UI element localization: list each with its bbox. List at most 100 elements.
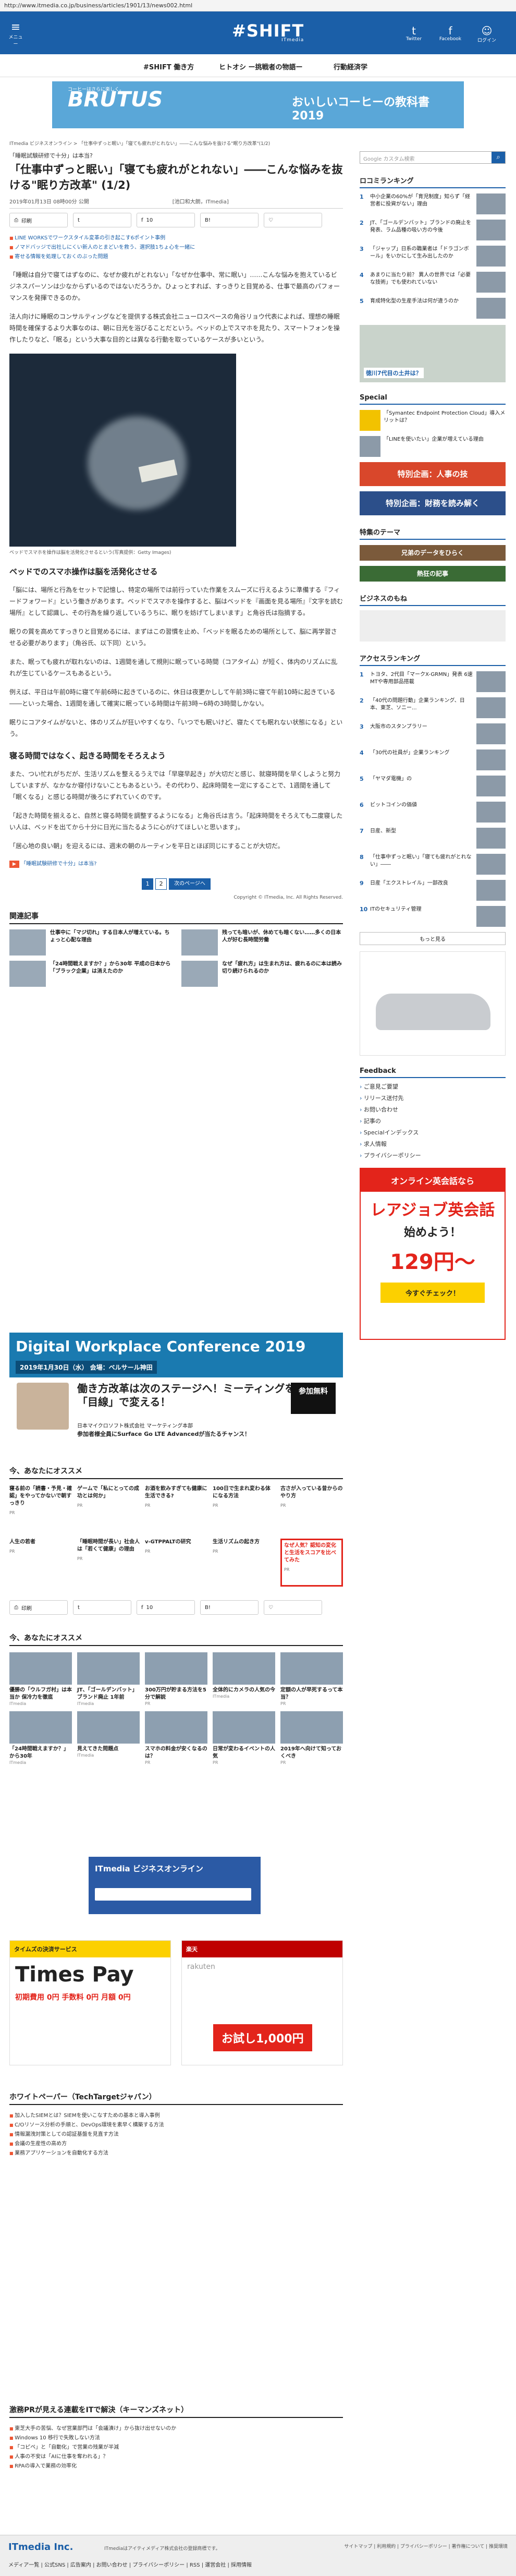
feedback-link[interactable]: お問い合わせ	[360, 1104, 506, 1116]
access-ranking-item[interactable]: 5 「ヤマダ電機」の	[360, 776, 506, 796]
site-logo[interactable]: #SHIFT ITmedia	[232, 21, 304, 43]
ranking-item[interactable]: 3 「ジャップ」日系の職業者は「ドラゴンボール」をいかにして生み出したのか	[360, 246, 506, 267]
footer-right-links[interactable]: サイトマップ | 利用規約 | プライバシーポリシー | 著作権について | 推…	[344, 2543, 508, 2549]
footer-links[interactable]: メディア一覧 | 公式SNS | 広告案内 | お問い合わせ | プライバシーポ…	[8, 2560, 252, 2568]
related-article[interactable]: なぜ「疲れ方」は生まれ方は、疲れるのに本は読み切り続けられるのか	[181, 961, 343, 987]
ranking-item[interactable]: 4 あまりに当たり前？ 異人の世界では「必要な技術」でも使われていない	[360, 272, 506, 293]
related-link[interactable]: 寄せる情報を処理しておくのぶった問題	[9, 252, 343, 262]
biz-link[interactable]: 「コピペ」と「自動化」で営業の残業が半減	[9, 2443, 343, 2452]
subnav-item-hitooshi[interactable]: ヒトオシ ー挑戦者の物語ー	[219, 62, 303, 71]
access-ranking-item[interactable]: 4 「30代の社員が」企業ランキング	[360, 749, 506, 770]
ranking-item[interactable]: 2 JT、「ゴールデンバット」ブランドの廃止を発表、ラム品種の吸い方の今後	[360, 220, 506, 240]
access-ranking-item[interactable]: 10 ITのセキュリティ管理	[360, 906, 506, 927]
access-ranking-item[interactable]: 2 「40代の問題行動」企業ランキング、日本、東芝、ソニー...	[360, 697, 506, 718]
join-badge[interactable]: 参加無料	[291, 1383, 336, 1414]
biz-link[interactable]: 東芝大手の苦悩、なぜ営業部門は「会議漬け」から抜け出せないのか	[9, 2424, 343, 2434]
search-icon[interactable]: ⌕	[492, 152, 505, 163]
recommended-item[interactable]: 人生の若者 PR	[9, 1539, 72, 1587]
access-ranking-item[interactable]: 1 トヨタ、2代目「マークX-GRMN」発表 6速MTや専用部品搭載	[360, 671, 506, 692]
feedback-link[interactable]: リリース送付先	[360, 1093, 506, 1104]
biz-link[interactable]: 人事の不安は「AIに仕事を奪われる」？	[9, 2452, 343, 2462]
feedback-link[interactable]: プライバシーポリシー	[360, 1150, 506, 1162]
menu-button[interactable]: ≡ メニュー	[8, 22, 23, 47]
twitter-header-button[interactable]: t Twitter	[401, 25, 426, 42]
whitepaper-link[interactable]: 業務アプリケーションを自動化する方法	[9, 2149, 343, 2158]
facebook-share-button[interactable]: f 10	[137, 1600, 195, 1615]
recommended-card[interactable]: スマホの料金が安くなるのは？ PR	[145, 1711, 207, 1765]
feedback-link[interactable]: 記事の	[360, 1116, 506, 1127]
facebook-share-button[interactable]: f 10	[137, 213, 195, 227]
rarejob-ad[interactable]: オンライン英会話なら レアジョブ英会話 始めよう！ 129円〜 今すぐチェック！	[360, 1168, 506, 1340]
whitepaper-link[interactable]: 加入したSIEMとは？SIEMを使いこなすための基本と導入事例	[9, 2111, 343, 2121]
breadcrumb[interactable]: ITmedia ビジネスオンライン > 「仕事中ずっと眠い」「寝ても疲れがとれな…	[9, 140, 343, 147]
access-ranking-item[interactable]: 6 ビットコインの価値	[360, 802, 506, 823]
article-tag[interactable]: 「睡眠試験研修で十分」は本当?	[21, 861, 96, 867]
timespay-ad[interactable]: タイムズの決済サービス Times Pay 初期費用 0円 手数料 0円 月額 …	[9, 1940, 171, 2065]
special-banner-finance[interactable]: 特別企画：財務を読み解く	[360, 491, 506, 515]
feedback-link[interactable]: 求人情報	[360, 1139, 506, 1150]
more-button[interactable]: もっと見る	[360, 932, 506, 945]
whitepaper-link[interactable]: 会議の生産性の高め方	[9, 2139, 343, 2149]
article-author[interactable]: [池口和大朗，ITmedia]	[173, 199, 229, 205]
access-ranking-item[interactable]: 7 日産、新型	[360, 828, 506, 849]
itmedia-search-box[interactable]	[95, 1888, 251, 1901]
recommended-card[interactable]: 300万円が貯まる方法を5分で解説 PR	[145, 1652, 207, 1706]
sidebar-ad[interactable]: 徳川7代目の土井は？	[360, 325, 506, 382]
search-input[interactable]: Google カスタム検索	[360, 152, 492, 163]
recommended-item[interactable]: なぜ人気？認知の変化と生活をスコアを比べてみた PR	[280, 1539, 343, 1587]
recommended-card[interactable]: 全体的にカメラの人気の今 ITmedia	[213, 1652, 275, 1706]
pocket-button[interactable]: ♡	[264, 1600, 322, 1615]
subnav-item-behavioral-econ[interactable]: 行動経済学	[334, 62, 367, 71]
feedback-link[interactable]: ご意見ご要望	[360, 1081, 506, 1093]
recommended-item[interactable]: ゲームで「私にとっての成功とは何か」 PR	[77, 1485, 140, 1533]
biz-link[interactable]: RPAの導入で業務の効率化	[9, 2462, 343, 2471]
recommended-card[interactable]: 2019年へ向けて知っておくべき PR	[280, 1711, 343, 1765]
related-article[interactable]: 残っても暗いが、休めても暗くない……多くの日本人が好む長時間労働	[181, 929, 343, 956]
rakuten-ad[interactable]: 楽天 rakuten お試し1,000円	[181, 1940, 343, 2065]
access-ranking-item[interactable]: 8 「仕事中ずっと眠い」「寝ても疲れがとれない」――	[360, 854, 506, 875]
facebook-header-button[interactable]: f Facebook	[438, 25, 463, 42]
related-link[interactable]: LINE WORKSでワークスタイル変革の引き起こす6ポイント事例	[9, 234, 343, 243]
recommended-card[interactable]: 「24時間戦えますか？」から30年 ITmedia	[9, 1711, 72, 1765]
tweet-button[interactable]: t	[73, 213, 131, 227]
conference-banner[interactable]: Digital Workplace Conference 2019 2019年1…	[9, 1333, 343, 1453]
search-box[interactable]: Google カスタム検索 ⌕	[360, 151, 506, 164]
biz-link[interactable]: Windows 10 移行で失敗しない方法	[9, 2434, 343, 2443]
recommended-item[interactable]: v-GTPPALTの研究 PR	[145, 1539, 207, 1587]
page-1[interactable]: 1	[142, 878, 154, 890]
top-ad-banner[interactable]: コーヒーはさらに楽しく。 BRUTUS おいしいコーヒーの教科書 2019	[52, 81, 464, 128]
next-page-button[interactable]: 次のページへ	[169, 878, 211, 890]
page-2[interactable]: 2	[155, 878, 167, 890]
recommended-item[interactable]: 100日で生まれ変わる体になる方法 PR	[213, 1485, 275, 1533]
login-button[interactable]: ☺ ログイン	[474, 25, 499, 43]
recommended-item[interactable]: 寝る前の「読書・予見・確認」をやってかないで朝すっきり PR	[9, 1485, 72, 1533]
recommended-card[interactable]: 日常が変わるイベントの人気 PR	[213, 1711, 275, 1765]
related-link[interactable]: ノマドバッジで出社しにくい新人のとまどいを救う、選択肢1ちょ心を一緒に	[9, 243, 343, 252]
special-banner-hr[interactable]: 特別企画：人事の技	[360, 462, 506, 486]
whitepaper-link[interactable]: C/Oリソース分析の手順と、DevOps環境を素早く構築する方法	[9, 2121, 343, 2130]
url-bar[interactable]: http://www.itmedia.co.jp/business/articl…	[0, 0, 516, 11]
footer-logo[interactable]: ITmedia Inc.	[8, 2542, 73, 2553]
special-item[interactable]: 「LINEを使いたい」企業が増えている理由	[360, 436, 506, 457]
toyota-ad[interactable]	[360, 951, 506, 1056]
subnav-item-work[interactable]: #SHIFT 働き方	[143, 62, 194, 71]
recommended-item[interactable]: お酒を飲みすぎても健康に生活できる? PR	[145, 1485, 207, 1533]
biz-sel-item[interactable]	[360, 610, 506, 642]
related-article[interactable]: 仕事中に「マジ切れ」する日本人が増えている。ちょっと心配な理由	[9, 929, 171, 956]
access-ranking-item[interactable]: 3 大阪市のスタンプラリー	[360, 723, 506, 744]
ad-cta[interactable]: 今すぐチェック！	[380, 1283, 485, 1303]
recommended-card[interactable]: 優勝の「ウルフガ村」は本当か 保冷力を徹底 ITmedia	[9, 1652, 72, 1706]
theme-banner[interactable]: 熱狂の記事	[360, 566, 506, 582]
recommended-card[interactable]: 見えてきた問題点 ITmedia	[77, 1711, 140, 1765]
recommended-item[interactable]: 「睡眠時間が長い」社会人は「若くて健康」の理由 PR	[77, 1539, 140, 1587]
pocket-button[interactable]: ♡	[264, 213, 322, 227]
recommended-item[interactable]: 生活リズムの起き方 PR	[213, 1539, 275, 1587]
special-item[interactable]: 「Symantec Endpoint Protection Cloud」導入メリ…	[360, 410, 506, 431]
recommended-card[interactable]: JT、「ゴールデンバット」ブランド廃止 1年前 ITmedia	[77, 1652, 140, 1706]
theme-banner[interactable]: 兄弟のデータをひらく	[360, 545, 506, 561]
tweet-button[interactable]: t	[73, 1600, 131, 1615]
feedback-link[interactable]: Specialインデックス	[360, 1127, 506, 1139]
print-button[interactable]: ⎙ 印刷	[9, 213, 68, 227]
print-button[interactable]: ⎙ 印刷	[9, 1600, 68, 1615]
recommended-item[interactable]: 古さが入っている昔からのやり方 PR	[280, 1485, 343, 1533]
